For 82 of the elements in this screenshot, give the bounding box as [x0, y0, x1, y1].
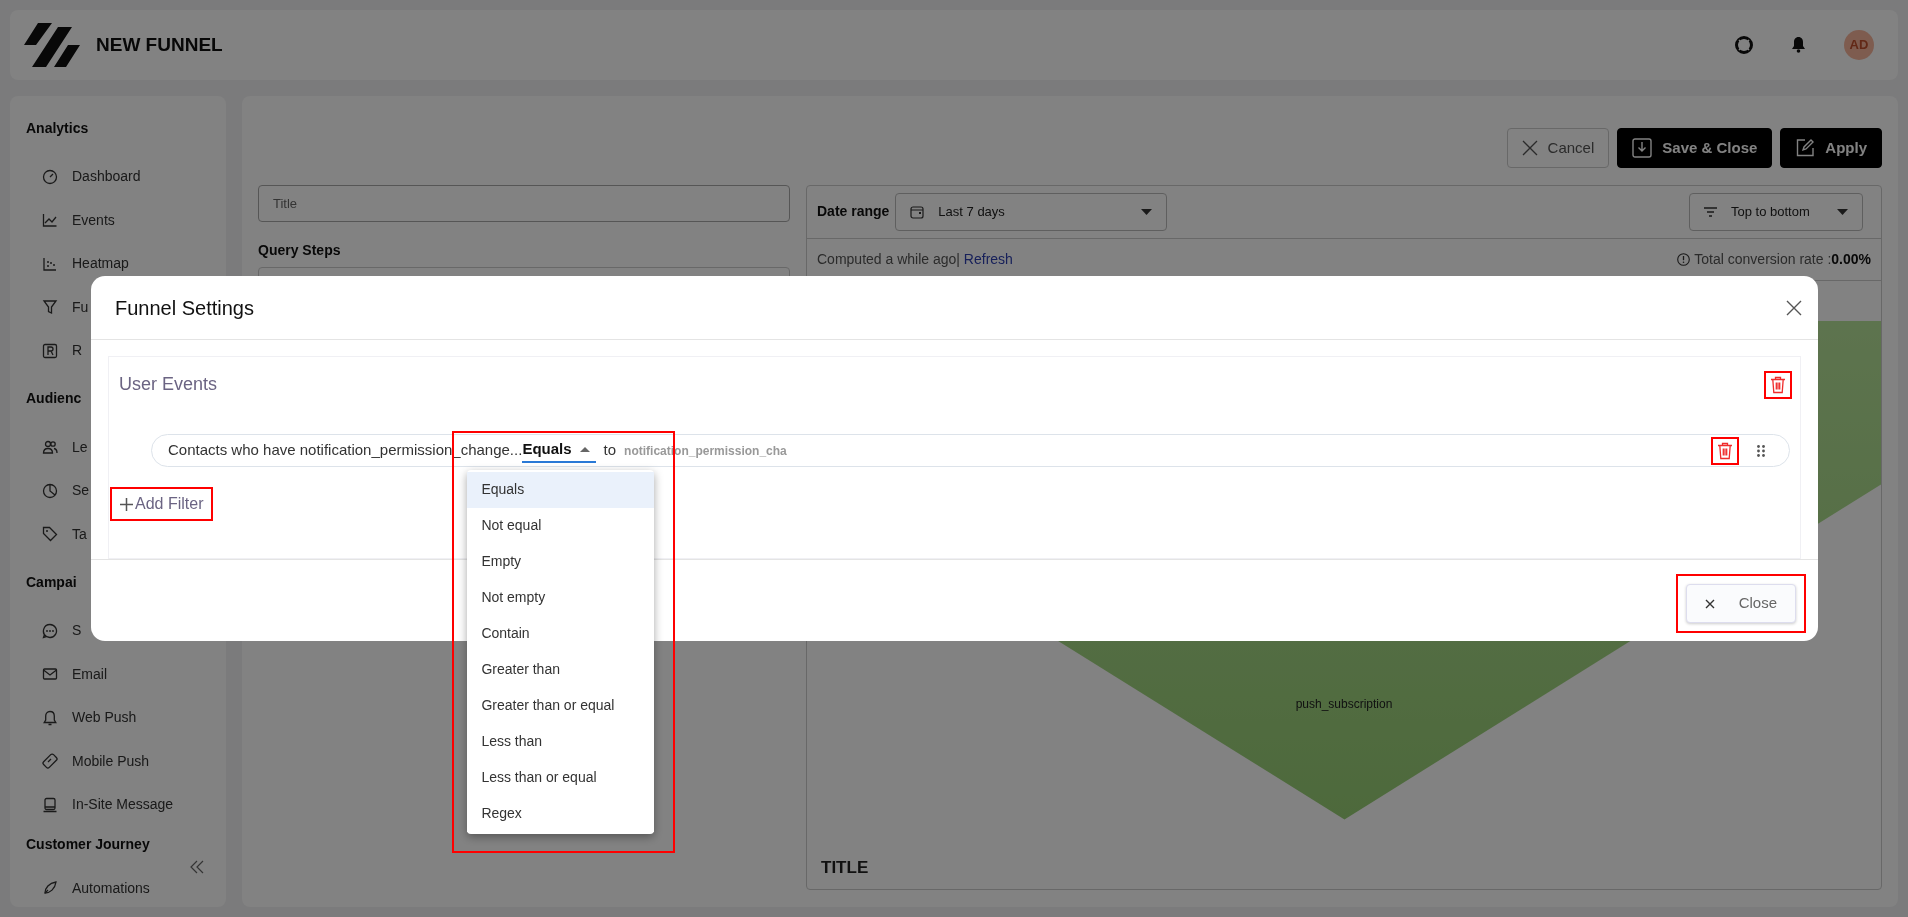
add-filter-button[interactable]: Add Filter: [112, 489, 212, 519]
delete-button[interactable]: [1766, 372, 1790, 397]
section-heading: Customer Journey: [26, 835, 150, 855]
cancel-button[interactable]: Cancel: [1506, 127, 1610, 168]
drag-handle-icon[interactable]: [1757, 444, 1765, 457]
close-button[interactable]: Close: [1685, 584, 1796, 623]
section-heading: Analytics: [26, 118, 89, 138]
envelope-icon: [42, 666, 58, 683]
sidebar-item[interactable]: Automations: [10, 874, 150, 903]
refresh-link[interactable]: Refresh: [963, 250, 1013, 267]
date-range-select[interactable]: Last 7 days: [895, 192, 1168, 231]
tag-icon: [42, 526, 58, 543]
pie-chart-icon: [42, 482, 58, 499]
scatter-chart-icon: [42, 255, 58, 272]
info-icon: [1677, 252, 1691, 266]
order-select[interactable]: Top to bottom: [1689, 192, 1863, 231]
phone-icon: [42, 753, 58, 770]
sidebar-item[interactable]: Web Push: [10, 695, 137, 740]
close-icon: [1521, 139, 1538, 156]
sidebar-item[interactable]: Fu: [10, 285, 89, 329]
logo-icon: [24, 22, 80, 67]
action-button[interactable]: Save & Close: [1617, 127, 1773, 168]
status-text: Computed a while ago| Refresh: [817, 249, 1013, 269]
dropdown-option[interactable]: Greater than: [467, 651, 655, 688]
dropdown-option[interactable]: Less than: [467, 723, 655, 760]
trash-icon: [1717, 441, 1733, 460]
sidebar-item[interactable]: S: [10, 608, 82, 653]
bell-icon: [42, 709, 58, 726]
connector-text: to: [603, 440, 617, 461]
people-icon: [42, 439, 58, 456]
dropdown-option[interactable]: Empty: [467, 543, 655, 580]
action-button[interactable]: Apply: [1780, 127, 1882, 168]
date-range-label: Date range: [817, 202, 890, 222]
funnel-step-label: push_subscription: [1294, 695, 1394, 713]
sidebar-item[interactable]: Se: [10, 468, 90, 513]
sidebar-item[interactable]: Events: [10, 198, 115, 242]
bell-icon[interactable]: [1791, 36, 1806, 54]
calendar-icon: [910, 204, 925, 219]
plus-icon: [120, 497, 133, 511]
close-icon[interactable]: [1786, 299, 1802, 316]
page-title: NEW FUNNEL: [96, 32, 223, 57]
sidebar-item[interactable]: R: [10, 328, 83, 373]
trash-icon: [1770, 375, 1786, 394]
dropdown-option[interactable]: Not empty: [467, 579, 655, 616]
caret-icon: [1141, 208, 1153, 215]
document-icon: [1632, 137, 1653, 158]
conversion-rate: Total conversion rate :0.00%: [1694, 249, 1871, 269]
dropdown-option[interactable]: Greater than or equal: [467, 687, 655, 724]
sidebar-item[interactable]: Ta: [10, 512, 87, 556]
caret-icon: [1837, 208, 1848, 215]
letter-r-icon: [42, 342, 58, 359]
chart-title: TITLE: [820, 857, 870, 880]
monitor-icon: [42, 796, 58, 813]
chat-bubble-icon: [42, 622, 58, 639]
delete-button[interactable]: [1713, 438, 1737, 463]
sidebar-item[interactable]: Mobile Push: [10, 739, 150, 783]
section-heading: Campai: [26, 572, 77, 592]
funnel-icon: [42, 299, 58, 316]
dropdown-option[interactable]: Regex: [467, 795, 655, 832]
sidebar-item[interactable]: Dashboard: [10, 154, 141, 199]
modal-title: Funnel Settings: [115, 295, 254, 321]
section-heading: Audienc: [26, 389, 82, 409]
dropdown-option[interactable]: Less than or equal: [467, 759, 655, 796]
operator-select[interactable]: Equals: [522, 438, 596, 463]
section-label: Query Steps: [258, 240, 342, 260]
support-icon[interactable]: [1735, 35, 1753, 54]
filter-icon: [1704, 206, 1717, 217]
line-chart-icon: [42, 212, 58, 229]
dropdown-option[interactable]: Contain: [467, 615, 655, 652]
dropdown-option[interactable]: Not equal: [467, 507, 655, 544]
close-icon: [1704, 598, 1715, 609]
edit-icon: [1795, 137, 1816, 158]
dropdown-option[interactable]: Equals: [467, 471, 655, 508]
sidebar-item[interactable]: Heatmap: [10, 241, 129, 286]
caret-up-icon: [579, 447, 590, 452]
gauge-icon: [42, 168, 58, 185]
section-title: User Events: [119, 373, 218, 396]
sidebar-item[interactable]: Le: [10, 425, 88, 469]
sidebar-item[interactable]: In-Site Message: [10, 782, 174, 827]
collapse-icon[interactable]: [190, 860, 204, 875]
sidebar-item[interactable]: Email: [10, 652, 107, 696]
title-field[interactable]: Title: [258, 184, 790, 222]
